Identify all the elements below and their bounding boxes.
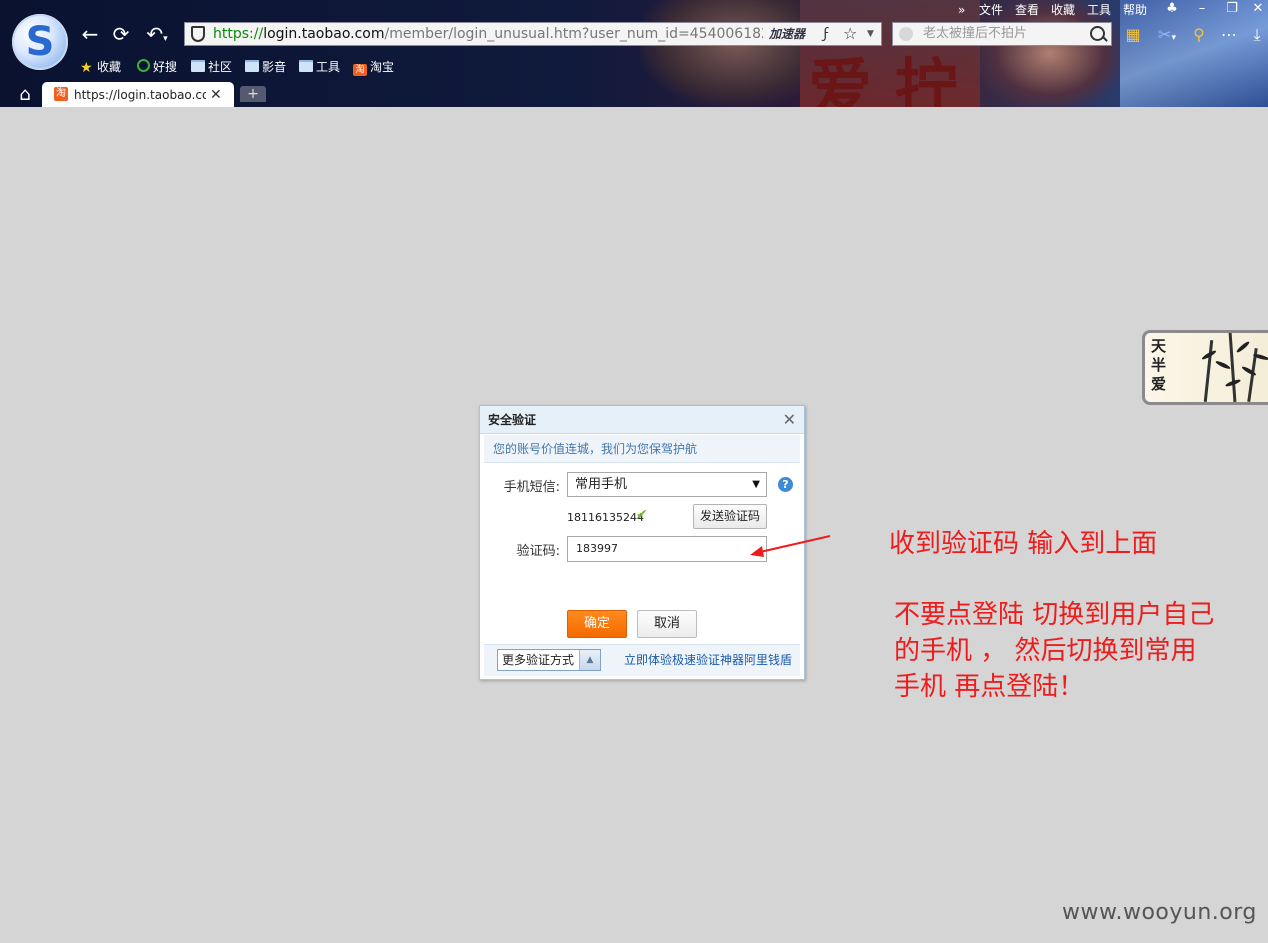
refresh-icon[interactable]: ⟳ <box>109 22 133 46</box>
more-methods-label: 更多验证方式 <box>502 653 575 667</box>
annotation-arrow <box>750 535 831 557</box>
home-icon[interactable]: ⌂ <box>14 84 36 106</box>
bookmark-community[interactable]: 社区 <box>191 58 232 76</box>
skin-icon[interactable]: ♣ <box>1160 0 1184 18</box>
shield-icon <box>191 26 205 42</box>
chevron-down-icon[interactable]: ▼ <box>867 23 874 45</box>
dialog-header: 安全验证 ✕ <box>480 406 804 434</box>
chevron-up-icon: ▲ <box>579 650 600 670</box>
annotation-note-1: 收到验证码 输入到上面 <box>889 529 1158 559</box>
taobao-icon: 淘 <box>353 64 367 76</box>
bookmark-tools[interactable]: 工具 <box>299 58 340 76</box>
bookmark-haosou[interactable]: 好搜 <box>137 58 177 76</box>
help-icon[interactable]: ? <box>778 477 793 492</box>
close-icon[interactable]: ✕ <box>1246 0 1268 18</box>
annotation-note-2-line-2: 的手机 ， 然后切换到常用 <box>894 636 1197 666</box>
lightning-icon[interactable]: ϝ <box>823 23 829 45</box>
sticker-text: 天半爱 <box>1151 337 1167 393</box>
send-code-button[interactable]: 发送验证码 <box>693 504 767 529</box>
search-input[interactable]: 老太被撞后不拍片 <box>923 23 1027 45</box>
check-icon: ✔ <box>636 507 648 523</box>
cancel-button[interactable]: 取消 <box>637 610 697 638</box>
browser-logo[interactable]: S <box>12 14 68 70</box>
bamboo-stalk <box>1203 340 1214 402</box>
folder-icon <box>299 60 313 72</box>
url-scheme: https:// <box>213 26 264 42</box>
bookmark-label: 社区 <box>208 60 233 74</box>
dialog-title: 安全验证 <box>488 413 537 427</box>
menu-chevron[interactable]: » <box>958 2 965 18</box>
menu-help[interactable]: 帮助 <box>1123 2 1147 18</box>
menu-tools[interactable]: 工具 <box>1087 2 1111 18</box>
bookmark-label: 工具 <box>316 60 341 74</box>
close-icon[interactable]: ✕ <box>210 82 222 107</box>
code-input-value: 183997 <box>576 542 618 555</box>
phone-select[interactable]: 常用手机 ▼ <box>567 472 767 497</box>
bookmark-taobao[interactable]: 淘淘宝 <box>353 58 394 76</box>
folder-icon <box>245 60 259 72</box>
annotation-note-2-line-3: 手机 再点登陆！ <box>894 672 1085 702</box>
undo-icon[interactable]: ↶▾ <box>140 22 174 46</box>
address-url[interactable]: https://login.taobao.com/member/login_un… <box>213 23 763 45</box>
menu-file[interactable]: 文件 <box>979 2 1003 18</box>
bookmark-media[interactable]: 影音 <box>245 58 286 76</box>
minimize-icon[interactable]: – <box>1190 0 1214 18</box>
url-host: login.taobao.com <box>263 26 385 42</box>
annotation-note-2-line-1: 不要点登陆 切换到用户自己 <box>894 600 1215 630</box>
phone-select-value: 常用手机 <box>575 477 628 492</box>
bookmark-label: 收藏 <box>97 60 122 74</box>
url-path: /member/login_unusual.htm?user_num_id=45… <box>384 26 763 42</box>
search-icon[interactable] <box>1090 26 1105 41</box>
dialog-tip: 您的账号价值连城，我们为您保驾护航 <box>484 435 800 463</box>
address-bar[interactable]: https://login.taobao.com/member/login_un… <box>184 22 882 46</box>
folder-icon <box>191 60 205 72</box>
tab-title: https://login.taobao.com <box>74 88 206 102</box>
search-engine-icon[interactable] <box>899 27 913 41</box>
phone-number: 18116135244 <box>567 511 644 524</box>
confirm-button[interactable]: 确定 <box>567 610 627 638</box>
extension-icon[interactable]: ▦ <box>1122 24 1144 46</box>
back-icon[interactable]: ← <box>78 22 102 46</box>
close-icon[interactable]: ✕ <box>783 406 796 434</box>
code-label: 验证码: <box>516 544 560 559</box>
tab-taobao-login[interactable]: 淘 https://login.taobao.com ✕ <box>42 82 234 107</box>
arrow-shaft <box>759 535 831 553</box>
banner-text: 爱 拧 <box>808 52 959 107</box>
bookmark-favorites[interactable]: ★ 收藏 <box>80 58 121 76</box>
browser-chrome: 爱 拧 S ← ⟳ ↶▾ https://login.taobao.com/me… <box>0 0 1268 107</box>
more-methods-select[interactable]: 更多验证方式 ▲ <box>497 649 601 671</box>
code-input[interactable]: 183997 <box>567 536 767 562</box>
key-icon[interactable]: ⚲ <box>1188 24 1210 46</box>
bookmark-label: 淘宝 <box>370 60 395 74</box>
taobao-icon: 淘 <box>54 87 68 101</box>
watermark: www.wooyun.org <box>1062 900 1257 925</box>
accelerator-label[interactable]: 加速器 <box>769 23 805 45</box>
restore-icon[interactable]: ❐ <box>1220 0 1244 18</box>
star-icon[interactable]: ☆ <box>843 23 857 45</box>
download-icon[interactable]: ⤓ <box>1246 24 1268 46</box>
bookmark-label: 影音 <box>262 60 287 74</box>
more-icon[interactable]: ⋯ <box>1218 24 1240 46</box>
menu-favorites[interactable]: 收藏 <box>1051 2 1075 18</box>
star-icon: ★ <box>80 60 93 76</box>
haosou-icon <box>137 59 150 72</box>
chevron-down-icon: ▼ <box>752 479 760 490</box>
bookmark-label: 好搜 <box>153 60 178 74</box>
menu-view[interactable]: 查看 <box>1015 2 1039 18</box>
bamboo-sticker[interactable]: 天半爱 <box>1142 330 1268 405</box>
dialog-footer: 更多验证方式 ▲ 立即体验极速验证神器阿里钱盾 <box>484 644 800 676</box>
bamboo-leaf <box>1235 340 1251 354</box>
tip-text: 您的账号价值连城，我们为您保驾护航 <box>493 442 698 456</box>
bamboo-leaf <box>1214 359 1232 371</box>
new-tab-button[interactable]: + <box>240 86 266 102</box>
search-box[interactable]: 老太被撞后不拍片 <box>892 22 1112 46</box>
banner-decoration <box>640 0 800 107</box>
arrow-head <box>750 546 764 557</box>
scissors-icon[interactable]: ✂▾ <box>1150 24 1184 46</box>
sms-label: 手机短信: <box>503 480 560 495</box>
logo-glyph: S <box>25 19 55 65</box>
ali-qiandun-link[interactable]: 立即体验极速验证神器阿里钱盾 <box>624 645 792 675</box>
